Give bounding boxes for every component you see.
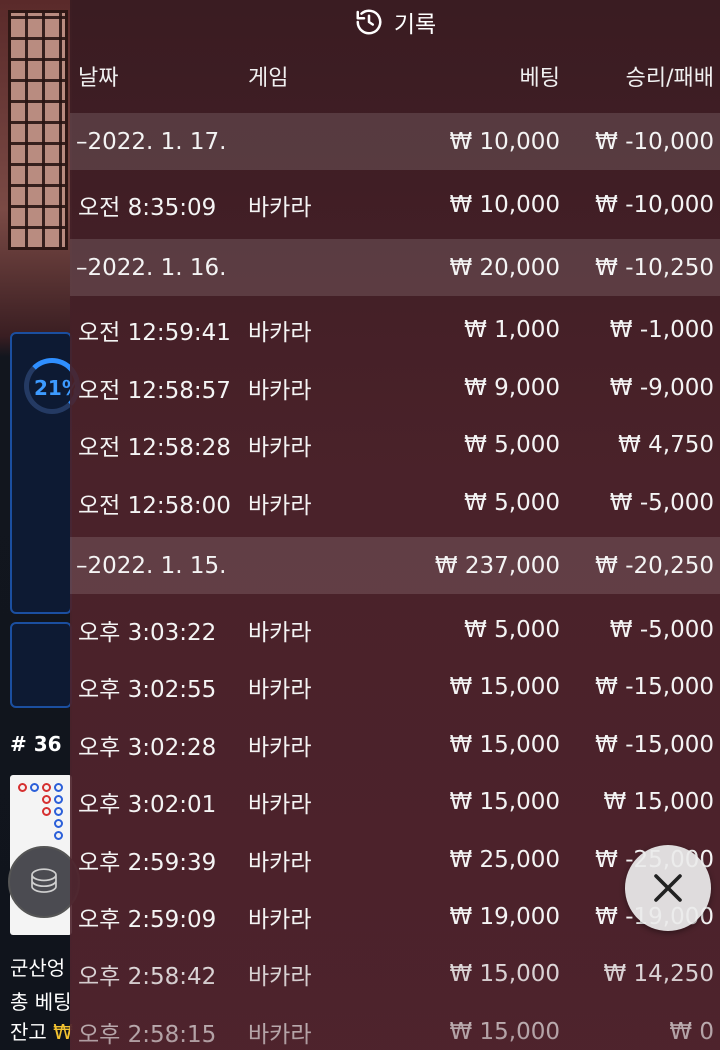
row-result: ₩ 4,750: [618, 431, 714, 458]
row-date: –2022. 1. 16.: [76, 254, 227, 281]
row-bet: ₩ 9,000: [464, 374, 560, 401]
row-game: 바카라: [248, 377, 312, 404]
header-bet: 베팅: [519, 66, 560, 91]
row-bet: ₩ 20,000: [449, 254, 560, 281]
table-row: 오전 12:59:41 바카라 ₩ 1,000 ₩ -1,000: [70, 301, 720, 358]
row-game: 바카라: [248, 734, 312, 761]
row-result: ₩ -20,250: [595, 552, 714, 579]
row-game: 바카라: [248, 1021, 312, 1048]
table-row: 오전 8:35:09 바카라 ₩ 10,000 ₩ -10,000: [70, 176, 720, 233]
row-bet: ₩ 19,000: [449, 903, 560, 930]
row-date: 오전 8:35:09: [78, 194, 217, 221]
row-result: ₩ -5,000: [609, 489, 714, 516]
panel-title: 기록: [393, 12, 437, 38]
row-bet: ₩ 15,000: [449, 1018, 560, 1045]
table-row: 오후 3:02:28 바카라 ₩ 15,000 ₩ -15,000: [70, 716, 720, 773]
row-result: ₩ -10,000: [595, 128, 714, 155]
row-result: ₩ -1,000: [609, 316, 714, 343]
row-date: 오후 3:02:01: [78, 791, 217, 818]
row-game: 바카라: [248, 963, 312, 990]
header-result: 승리/패배: [625, 66, 714, 91]
table-row: 오전 12:58:00 바카라 ₩ 5,000 ₩ -5,000: [70, 474, 720, 531]
close-icon: [654, 874, 682, 902]
row-bet: ₩ 15,000: [449, 788, 560, 815]
table-row: 오전 12:58:28 바카라 ₩ 5,000 ₩ 4,750: [70, 416, 720, 473]
row-date: 오전 12:58:28: [78, 434, 231, 461]
table-row: 오후 3:02:01 바카라 ₩ 15,000 ₩ 15,000: [70, 773, 720, 830]
row-date: 오후 2:59:39: [78, 849, 217, 876]
row-date: 오전 12:58:57: [78, 377, 231, 404]
row-game: 바카라: [248, 676, 312, 703]
row-result: ₩ -5,000: [609, 616, 714, 643]
player-name: 군산엉: [10, 956, 66, 980]
row-game: 바카라: [248, 906, 312, 933]
row-date: –2022. 1. 15.: [76, 552, 227, 579]
row-game: 바카라: [248, 492, 312, 519]
row-result: ₩ -15,000: [595, 731, 714, 758]
row-date: 오전 12:59:41: [78, 319, 231, 346]
table-row: 오후 3:03:22 바카라 ₩ 5,000 ₩ -5,000: [70, 601, 720, 658]
table-row: 오후 2:59:39바카라₩ 25,000₩ -25,000: [70, 831, 720, 888]
table-row: 오후 2:59:09바카라₩ 19,000₩ -19,000: [70, 888, 720, 945]
balance-label: 잔고 ₩: [10, 1020, 73, 1044]
history-panel: 기록 날짜 게임 베팅 승리/패배 –2022. 1. 17. ₩ 10,000 ₩…: [70, 0, 720, 1050]
header-game: 게임: [248, 66, 289, 91]
row-bet: ₩ 5,000: [464, 431, 560, 458]
row-result: ₩ 0: [669, 1018, 714, 1045]
side-panel: [10, 622, 72, 708]
row-date: 오후 2:59:09: [78, 906, 217, 933]
close-button[interactable]: [625, 845, 711, 931]
row-bet: ₩ 15,000: [449, 731, 560, 758]
row-game: 바카라: [248, 434, 312, 461]
total-bet-label: 총 베팅: [10, 990, 72, 1014]
row-result: ₩ -15,000: [595, 673, 714, 700]
row-game: 바카라: [248, 619, 312, 646]
row-game: 바카라: [248, 849, 312, 876]
row-result: ₩ -10,000: [595, 191, 714, 218]
table-row: 오후 2:58:42 바카라 ₩ 15,000 ₩ 14,250: [70, 945, 720, 1002]
row-bet: ₩ 5,000: [464, 489, 560, 516]
row-bet: ₩ 10,000: [449, 128, 560, 155]
row-bet: ₩ 10,000: [449, 191, 560, 218]
round-number: # 36: [10, 732, 62, 756]
row-date: –2022. 1. 17.: [76, 128, 227, 155]
table-row: 오후 3:02:55 바카라 ₩ 15,000 ₩ -15,000: [70, 658, 720, 715]
row-date: 오후 3:02:28: [78, 734, 217, 761]
row-result: ₩ 14,250: [603, 960, 714, 987]
panel-title-bar: 기록: [70, 0, 720, 44]
row-date: 오후 3:02:55: [78, 676, 217, 703]
table-header: 날짜 게임 베팅 승리/패배: [70, 60, 720, 108]
row-result: ₩ -10,250: [595, 254, 714, 281]
row-bet: ₩ 15,000: [449, 960, 560, 987]
table-row: 오전 12:58:57 바카라 ₩ 9,000 ₩ -9,000: [70, 359, 720, 416]
row-bet: ₩ 1,000: [464, 316, 560, 343]
row-bet: ₩ 15,000: [449, 673, 560, 700]
table-row: 오후 2:58:15 바카라 ₩ 15,000 ₩ 0: [70, 1003, 720, 1050]
row-bet: ₩ 25,000: [449, 846, 560, 873]
row-result: ₩ -9,000: [609, 374, 714, 401]
history-icon: [356, 9, 382, 35]
row-bet: ₩ 237,000: [434, 552, 560, 579]
row-game: 바카라: [248, 319, 312, 346]
header-date: 날짜: [78, 66, 119, 91]
row-date: 오전 12:58:00: [78, 492, 231, 519]
date-group-row[interactable]: –2022. 1. 16. ₩ 20,000 ₩ -10,250: [70, 239, 720, 296]
row-game: 바카라: [248, 791, 312, 818]
row-game: 바카라: [248, 194, 312, 221]
date-group-row[interactable]: –2022. 1. 15. ₩ 237,000 ₩ -20,250: [70, 537, 720, 594]
row-bet: ₩ 5,000: [464, 616, 560, 643]
row-result: ₩ 15,000: [603, 788, 714, 815]
row-date: 오후 2:58:42: [78, 963, 217, 990]
date-group-row[interactable]: –2022. 1. 17. ₩ 10,000 ₩ -10,000: [70, 113, 720, 170]
row-date: 오후 3:03:22: [78, 619, 217, 646]
progress-panel: 21%: [10, 332, 82, 614]
row-date: 오후 2:58:15: [78, 1021, 217, 1048]
decorative-window: [8, 10, 68, 250]
